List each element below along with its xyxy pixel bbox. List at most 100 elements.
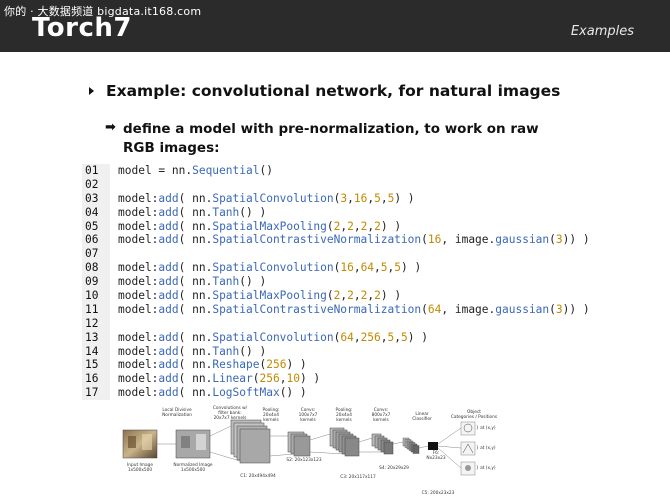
code-token: ) )	[401, 261, 422, 275]
line-number: 02	[82, 177, 110, 192]
convnet-architecture-figure: Local Divisive Normalization Convolution…	[118, 406, 518, 498]
label-out1: } at (x,y)	[476, 426, 496, 431]
code-token: ( nn.	[178, 344, 213, 358]
s2-feature-maps	[287, 431, 311, 457]
code-number: 5	[401, 330, 408, 344]
code-token: (	[326, 289, 334, 303]
line-number: 12	[82, 316, 110, 331]
code-line: 15 model:add( nn.Reshape(256) )	[82, 358, 622, 373]
code-keyword: Reshape	[212, 358, 260, 372]
code-keyword: add	[158, 330, 179, 344]
code-keyword: SpatialMaxPooling	[212, 289, 327, 303]
code-line: 06 model:add( nn.SpatialContrastiveNormal…	[82, 233, 622, 248]
line-number: 11	[82, 302, 110, 317]
label-object: Object Categories / Positions	[450, 410, 498, 420]
section-title: Examples	[570, 24, 634, 39]
code-token: (	[252, 372, 260, 386]
code-number: 5	[374, 191, 381, 205]
code-text: model:add( nn.SpatialContrastiveNormaliz…	[110, 303, 590, 317]
code-text: model:add( nn.SpatialConvolution(3,16,5,…	[110, 192, 415, 206]
code-token: ( nn.	[178, 261, 213, 275]
code-keyword: Tanh	[212, 344, 240, 358]
label-f6: F6: Nx23x23	[426, 451, 446, 461]
code-token: ) )	[286, 358, 307, 372]
code-text: model = nn.Sequential()	[110, 164, 273, 178]
code-keyword: add	[158, 275, 179, 289]
code-token: model:	[118, 302, 159, 316]
code-token: ,	[353, 219, 361, 233]
code-keyword: add	[158, 233, 179, 247]
label-conv3: Convs: 800x7x7 kernels	[371, 408, 391, 423]
label-c5: C5: 200x23x23	[421, 491, 455, 496]
line-number: 08	[82, 261, 110, 276]
code-token: (	[549, 233, 556, 247]
c5-feature-maps	[402, 437, 420, 454]
code-text: model:add( nn.Tanh() )	[110, 345, 266, 359]
code-token: ( nn.	[178, 191, 213, 205]
code-text: model:add( nn.SpatialContrastiveNormaliz…	[110, 233, 590, 247]
code-text: model:add( nn.SpatialConvolution(16,64,5…	[110, 261, 421, 275]
line-number: 10	[82, 289, 110, 303]
code-keyword: add	[158, 344, 179, 358]
line-number: 13	[82, 330, 110, 345]
code-keyword: gaussian	[495, 302, 550, 316]
code-keyword: SpatialConvolution	[212, 261, 334, 275]
c3-feature-maps	[329, 427, 360, 457]
label-input: Input Image 1x500x500	[127, 463, 153, 473]
code-token: () )	[239, 205, 267, 219]
label-s2: S2: 20x123x123	[286, 458, 322, 463]
code-line: 03 model:add( nn.SpatialConvolution(3,16,…	[82, 191, 622, 206]
code-token: )) )	[562, 302, 590, 316]
code-keyword: SpatialContrastiveNormalization	[212, 302, 422, 316]
code-token: model:	[118, 344, 159, 358]
code-number: 16	[353, 191, 368, 205]
line-number: 14	[82, 344, 110, 359]
code-token: () )	[279, 386, 307, 400]
code-token: model:	[118, 219, 159, 233]
code-number: 10	[286, 372, 300, 386]
c1-feature-maps	[230, 419, 271, 464]
code-number: 256	[259, 372, 280, 386]
code-number: 256	[266, 358, 287, 372]
code-number: 5	[380, 261, 388, 275]
code-token: ,	[353, 289, 361, 303]
code-token: ( nn.	[178, 275, 213, 289]
code-keyword: gaussian	[495, 233, 550, 247]
code-token: ) )	[299, 372, 321, 386]
code-token: , image.	[441, 233, 496, 247]
code-token: )) )	[562, 233, 590, 247]
line-number: 04	[82, 205, 110, 220]
line-number: 17	[82, 386, 110, 401]
code-token: , image.	[441, 302, 496, 316]
code-token: ( nn.	[178, 372, 213, 386]
code-line: 08 model:add( nn.SpatialConvolution(16,64…	[82, 261, 622, 276]
code-keyword: add	[158, 205, 179, 219]
code-keyword: SpatialConvolution	[212, 191, 334, 205]
code-text: model:add( nn.Tanh() )	[110, 275, 266, 289]
code-token: (	[421, 302, 428, 316]
code-token: model:	[118, 372, 159, 386]
code-listing: 01 model = nn.Sequential() 02 03 model:add( …	[82, 164, 622, 401]
line-number: 06	[82, 233, 110, 248]
code-token: ()	[259, 164, 273, 177]
label-out3: } at (x,y)	[476, 466, 496, 471]
code-token: (	[549, 302, 556, 316]
code-token: ) )	[407, 330, 428, 344]
code-token: ) )	[380, 289, 402, 303]
code-token: model:	[118, 386, 159, 400]
label-conv2: Convs: 100x7x7 kernels	[298, 408, 318, 423]
code-token: model:	[118, 330, 159, 344]
code-keyword: Tanh	[212, 275, 240, 289]
code-line: 09 model:add( nn.Tanh() )	[82, 275, 622, 290]
code-keyword: add	[158, 358, 179, 372]
s4-feature-maps	[371, 433, 394, 455]
code-keyword: SpatialMaxPooling	[212, 219, 327, 233]
code-line: 07	[82, 247, 622, 262]
code-line: 04 model:add( nn.Tanh() )	[82, 205, 622, 220]
torch7-logo: Torch7	[32, 13, 132, 43]
code-number: 64	[340, 330, 354, 344]
code-token: model:	[118, 275, 159, 289]
object-outputs	[460, 421, 476, 476]
code-number: 16	[340, 261, 354, 275]
line-number: 05	[82, 219, 110, 234]
